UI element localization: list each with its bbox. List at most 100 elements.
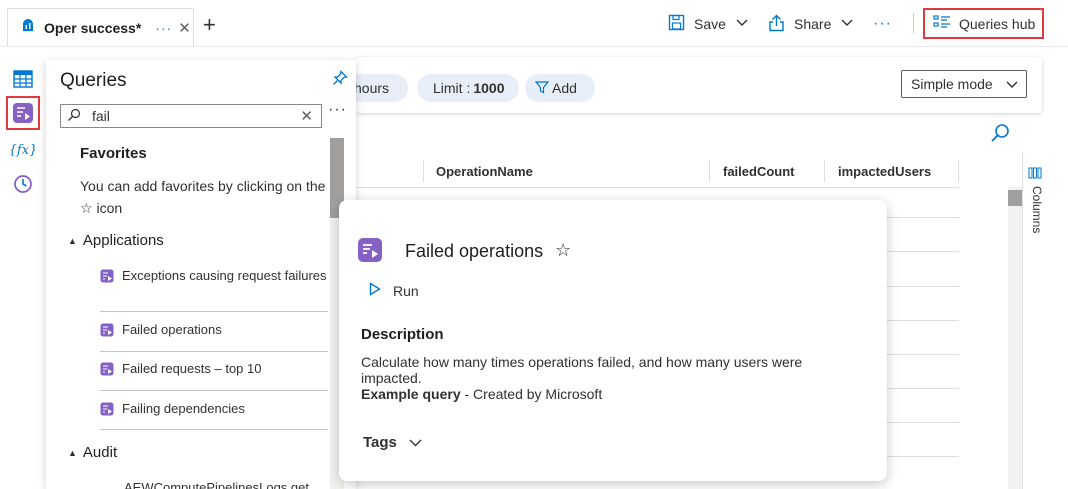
collapse-triangle-icon: ▲ bbox=[68, 447, 77, 458]
favorites-hint-text-end: icon bbox=[92, 200, 123, 216]
mode-dropdown[interactable]: Simple mode bbox=[901, 70, 1027, 98]
favorite-star-icon[interactable]: ☆ bbox=[555, 240, 571, 261]
favorites-heading: Favorites bbox=[80, 145, 147, 162]
table-scrollbar-thumb[interactable] bbox=[1008, 190, 1022, 206]
column-separator bbox=[824, 160, 825, 182]
share-icon bbox=[768, 14, 785, 35]
tags-toggle[interactable]: Tags bbox=[363, 434, 422, 451]
example-query-line: Example query - Created by Microsoft bbox=[361, 386, 602, 402]
queries-panel-title: Queries bbox=[60, 70, 127, 91]
query-item[interactable]: Exceptions causing request failures bbox=[100, 267, 328, 288]
top-divider bbox=[0, 46, 1068, 47]
column-header-failedcount[interactable]: failedCount bbox=[723, 164, 795, 179]
card-title: Failed operations bbox=[405, 241, 544, 261]
limit-label: Limit : bbox=[433, 80, 471, 96]
queries-panel: Queries fail ✕ ··· Favorites You can add… bbox=[46, 60, 356, 489]
app-insights-icon bbox=[20, 17, 36, 38]
list-icon bbox=[933, 15, 951, 32]
query-item[interactable]: Failing dependencies bbox=[100, 400, 328, 421]
add-filter-button[interactable]: Add bbox=[525, 74, 595, 102]
query-item[interactable]: Failed requests – top 10 bbox=[100, 360, 328, 381]
toolbar-more-button[interactable]: ··· bbox=[873, 13, 892, 35]
share-chevron-down-icon bbox=[841, 18, 853, 30]
query-search-input[interactable]: fail ✕ bbox=[60, 104, 322, 128]
query-item-label: Failing dependencies bbox=[122, 401, 245, 416]
query-item-label: Exceptions causing request failures bbox=[122, 268, 327, 283]
share-button[interactable]: Share bbox=[768, 13, 853, 35]
star-icon: ☆ bbox=[80, 200, 93, 216]
columns-icon bbox=[1028, 166, 1042, 184]
group-applications[interactable]: ▲ Applications bbox=[68, 232, 164, 249]
add-label: Add bbox=[552, 80, 577, 96]
table-header-divider bbox=[356, 187, 959, 188]
tab-title: Oper success* bbox=[44, 19, 142, 36]
queries-icon[interactable] bbox=[12, 102, 34, 124]
time-range-label: hours bbox=[354, 80, 390, 96]
group-label: Applications bbox=[82, 232, 164, 249]
tags-chevron-down-icon bbox=[409, 434, 422, 451]
column-separator bbox=[958, 160, 959, 182]
limit-pill[interactable]: Limit : 1000 bbox=[417, 74, 519, 102]
tags-label: Tags bbox=[363, 434, 397, 451]
query-icon bbox=[100, 269, 114, 288]
query-icon bbox=[100, 402, 114, 421]
tab-more-button[interactable]: ··· bbox=[155, 20, 172, 36]
query-item-label: Failed operations bbox=[122, 322, 222, 337]
description-heading: Description bbox=[361, 326, 444, 343]
query-icon bbox=[100, 362, 114, 381]
column-header-impactedusers[interactable]: impactedUsers bbox=[838, 164, 931, 179]
panel-more-button[interactable]: ··· bbox=[328, 101, 347, 119]
filter-icon bbox=[534, 80, 550, 97]
history-icon[interactable] bbox=[12, 173, 34, 195]
search-results-icon[interactable] bbox=[990, 123, 1010, 148]
list-divider bbox=[100, 311, 328, 312]
table-scrollbar[interactable] bbox=[1008, 187, 1022, 489]
run-button[interactable]: Run bbox=[369, 282, 419, 299]
query-icon bbox=[357, 237, 383, 268]
example-query-label: Example query bbox=[361, 386, 461, 402]
run-label: Run bbox=[393, 282, 419, 299]
query-item-label: Failed requests – top 10 bbox=[122, 361, 262, 376]
favorites-hint-text: You can add favorites by clicking on the bbox=[80, 178, 326, 194]
save-label: Save bbox=[694, 16, 726, 32]
search-value: fail bbox=[92, 108, 110, 124]
column-separator bbox=[423, 160, 424, 182]
new-tab-button[interactable]: + bbox=[203, 12, 216, 38]
columns-side-panel[interactable] bbox=[1022, 152, 1068, 489]
query-item[interactable]: Failed operations bbox=[100, 321, 328, 342]
document-tab[interactable]: Oper success* ··· ✕ bbox=[7, 8, 194, 46]
example-query-suffix: - Created by Microsoft bbox=[460, 386, 603, 402]
columns-panel-label[interactable]: Columns bbox=[1030, 186, 1044, 233]
description-text: Calculate how many times operations fail… bbox=[361, 354, 803, 386]
mode-chevron-down-icon bbox=[1006, 76, 1018, 92]
group-audit[interactable]: ▲ Audit bbox=[68, 444, 117, 461]
column-header-operationname[interactable]: OperationName bbox=[436, 164, 533, 179]
mode-label: Simple mode bbox=[911, 76, 993, 92]
clear-search-icon[interactable]: ✕ bbox=[300, 107, 313, 125]
save-chevron-down-icon bbox=[736, 18, 748, 30]
functions-icon[interactable]: {fx} bbox=[11, 138, 35, 160]
app-window: Oper success* ··· ✕ + Save Share ··· Que… bbox=[0, 0, 1068, 489]
queries-hub-button[interactable]: Queries hub bbox=[923, 8, 1044, 39]
search-icon bbox=[67, 108, 81, 125]
column-separator bbox=[709, 160, 710, 182]
query-icon bbox=[100, 323, 114, 342]
group-label: Audit bbox=[82, 444, 118, 461]
favorites-hint: You can add favorites by clicking on the… bbox=[80, 175, 330, 219]
tab-close-icon[interactable]: ✕ bbox=[178, 19, 191, 37]
query-item[interactable]: AEWComputePipelinesLogs get bbox=[124, 479, 352, 489]
list-divider bbox=[100, 429, 328, 430]
tables-icon[interactable] bbox=[12, 68, 34, 90]
list-divider bbox=[100, 351, 328, 352]
svg-text:{fx}: {fx} bbox=[11, 143, 35, 158]
list-divider bbox=[100, 390, 328, 391]
save-icon bbox=[668, 14, 685, 34]
queries-hub-label: Queries hub bbox=[959, 15, 1036, 32]
pin-icon[interactable] bbox=[332, 70, 348, 91]
collapse-triangle-icon: ▲ bbox=[68, 235, 77, 246]
limit-value: 1000 bbox=[473, 80, 505, 96]
toolbar-separator bbox=[913, 13, 914, 33]
share-label: Share bbox=[794, 16, 832, 32]
query-item-label: AEWComputePipelinesLogs get bbox=[124, 480, 309, 489]
save-button[interactable]: Save bbox=[668, 13, 748, 35]
